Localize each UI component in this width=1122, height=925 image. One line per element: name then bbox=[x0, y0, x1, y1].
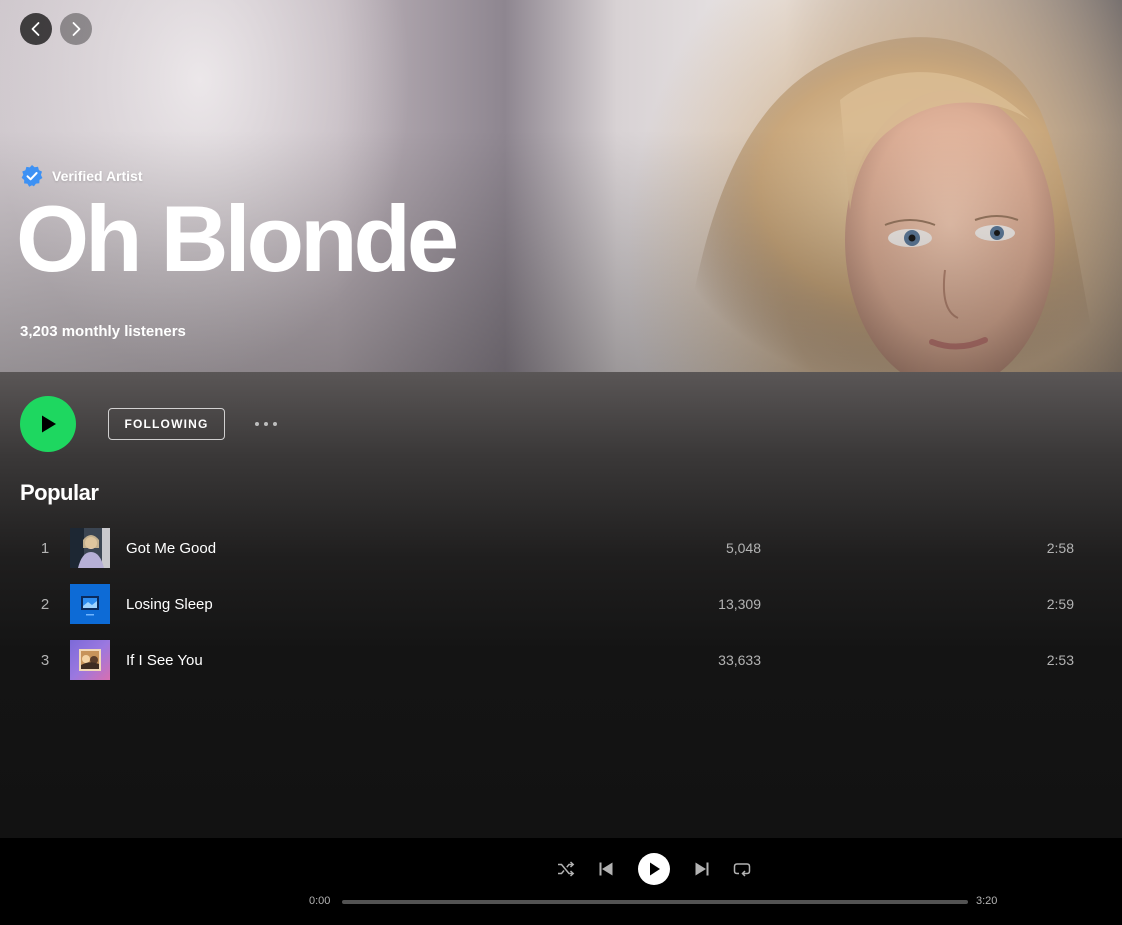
total-time: 3:20 bbox=[976, 895, 998, 907]
play-icon bbox=[650, 862, 660, 876]
track-title: Got Me Good bbox=[126, 539, 217, 557]
play-button[interactable] bbox=[20, 396, 76, 452]
track-cover bbox=[70, 584, 110, 624]
play-icon bbox=[42, 415, 56, 433]
current-time: 0:00 bbox=[309, 895, 331, 907]
verified-label: Verified Artist bbox=[52, 168, 143, 184]
back-arrow-icon bbox=[31, 22, 40, 36]
artist-header: Verified Artist Oh Blonde 3,203 monthly … bbox=[0, 0, 1122, 372]
track-row[interactable]: 3 If I See You 33,633 2:53 bbox=[20, 632, 1102, 688]
previous-button[interactable] bbox=[596, 859, 616, 879]
progress-bar[interactable] bbox=[342, 900, 968, 904]
track-number: 1 bbox=[40, 539, 50, 557]
more-icon-dot bbox=[273, 422, 277, 426]
more-icon bbox=[255, 422, 259, 426]
playback-controls bbox=[556, 853, 752, 885]
popular-heading: Popular bbox=[20, 480, 99, 505]
repeat-icon bbox=[733, 863, 751, 877]
track-play-count: 5,048 bbox=[725, 540, 761, 556]
track-cover bbox=[70, 640, 110, 680]
previous-icon bbox=[599, 862, 613, 876]
track-play-count: 13,309 bbox=[718, 596, 761, 612]
more-options-button[interactable] bbox=[250, 414, 282, 434]
player-play-button[interactable] bbox=[638, 853, 670, 885]
track-cover bbox=[70, 528, 110, 568]
shuffle-icon bbox=[558, 861, 575, 877]
track-title: Losing Sleep bbox=[126, 595, 213, 613]
track-duration: 2:58 bbox=[1046, 540, 1074, 556]
forward-button[interactable] bbox=[60, 13, 92, 45]
track-number: 2 bbox=[40, 595, 50, 613]
track-row[interactable]: 2 Losing Sleep 13,309 2:59 bbox=[20, 576, 1102, 632]
track-duration: 2:59 bbox=[1046, 596, 1074, 612]
more-icon-dot bbox=[264, 422, 268, 426]
back-button[interactable] bbox=[20, 13, 52, 45]
track-row[interactable]: 1 Got Me Good 5,048 2:58 bbox=[20, 520, 1102, 576]
following-button[interactable]: FOLLOWING bbox=[108, 408, 225, 440]
track-duration: 2:53 bbox=[1046, 652, 1074, 668]
next-button[interactable] bbox=[692, 859, 712, 879]
track-play-count: 33,633 bbox=[718, 652, 761, 668]
verified-artist: Verified Artist bbox=[20, 164, 143, 188]
now-playing-bar: 0:00 3:20 bbox=[0, 838, 1122, 925]
repeat-button[interactable] bbox=[732, 859, 752, 879]
track-title: If I See You bbox=[126, 651, 203, 669]
shuffle-button[interactable] bbox=[556, 859, 576, 879]
monthly-listeners: 3,203 monthly listeners bbox=[20, 323, 186, 340]
verified-badge-icon bbox=[21, 165, 43, 187]
artist-content: FOLLOWING Popular 1 Got Me Good 5,048 2:… bbox=[0, 372, 1122, 838]
forward-arrow-icon bbox=[72, 22, 81, 36]
artist-name: Oh Blonde bbox=[16, 186, 459, 291]
track-number: 3 bbox=[40, 651, 50, 669]
next-icon bbox=[695, 862, 709, 876]
popular-track-list: 1 Got Me Good 5,048 2:58 2 Losing Sleep … bbox=[20, 520, 1102, 688]
